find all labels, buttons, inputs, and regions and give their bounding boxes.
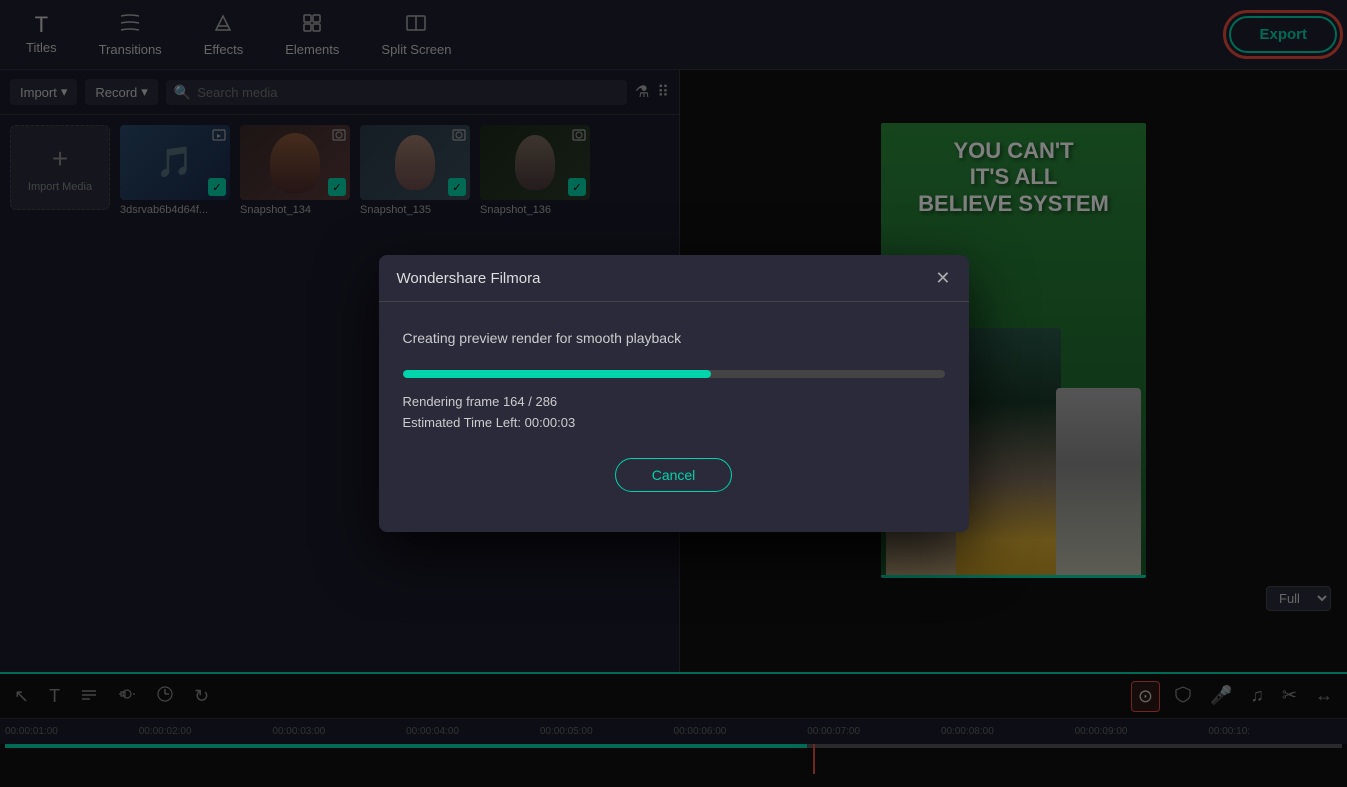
modal-status: Rendering frame 164 / 286 (403, 394, 945, 409)
cancel-button[interactable]: Cancel (615, 458, 733, 492)
modal-title: Wondershare Filmora (397, 270, 541, 287)
progress-bar-fill (403, 370, 712, 378)
modal-description: Creating preview render for smooth playb… (403, 330, 945, 346)
progress-bar-container (403, 370, 945, 378)
modal-overlay: Wondershare Filmora ✕ Creating preview r… (0, 0, 1347, 787)
modal-body: Creating preview render for smooth playb… (379, 302, 969, 532)
modal-close-button[interactable]: ✕ (935, 269, 950, 287)
modal-eta: Estimated Time Left: 00:00:03 (403, 415, 945, 430)
modal-footer: Cancel (403, 458, 945, 512)
modal-header: Wondershare Filmora ✕ (379, 255, 969, 302)
render-progress-modal: Wondershare Filmora ✕ Creating preview r… (379, 255, 969, 532)
